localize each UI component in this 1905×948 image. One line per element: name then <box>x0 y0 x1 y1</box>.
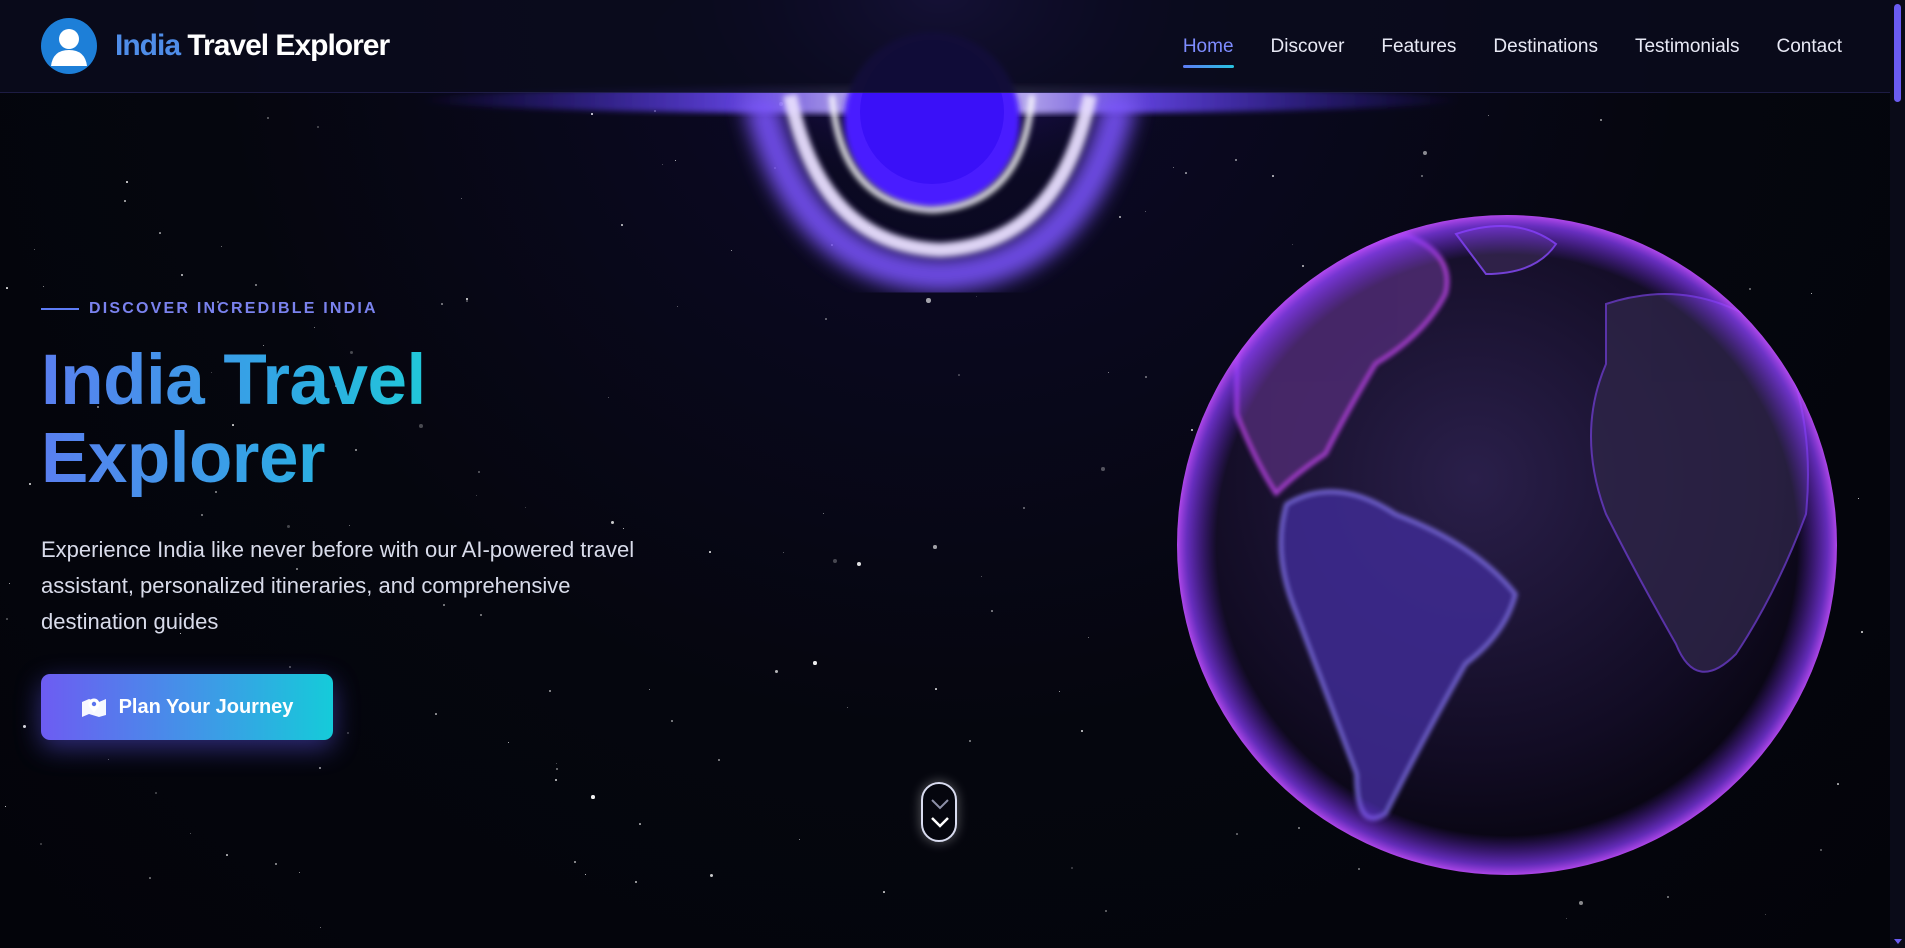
star <box>275 863 277 865</box>
star <box>5 806 7 808</box>
star <box>190 833 192 835</box>
star <box>1108 372 1110 374</box>
brand-accent-word: India <box>115 29 181 62</box>
star <box>847 707 848 708</box>
hero-section: DISCOVER INCREDIBLE INDIA India Travel E… <box>41 300 741 640</box>
star <box>108 759 110 761</box>
star <box>347 732 350 735</box>
star <box>635 881 638 884</box>
brand-logo[interactable]: India Travel Explorer <box>41 18 390 74</box>
star <box>799 839 801 841</box>
star <box>556 768 558 770</box>
star <box>9 583 11 585</box>
star <box>574 861 577 864</box>
page-scrollbar[interactable] <box>1890 0 1905 948</box>
star <box>1081 730 1083 732</box>
hero-title-line-1: India Travel <box>41 341 426 420</box>
star <box>710 874 714 878</box>
star <box>1088 637 1090 639</box>
star <box>883 891 885 893</box>
star <box>1765 914 1767 916</box>
hero-tagline: DISCOVER INCREDIBLE INDIA <box>41 300 741 318</box>
hero-title: India Travel Explorer <box>41 342 741 498</box>
star <box>813 661 817 665</box>
star <box>933 545 937 549</box>
hero-title-line-2: Explorer <box>41 419 326 498</box>
star <box>671 720 673 722</box>
main-nav: Home Discover Features Destinations Test… <box>1146 0 1842 93</box>
star <box>639 823 641 825</box>
star <box>823 513 825 515</box>
star <box>1023 507 1025 509</box>
star <box>969 740 971 742</box>
scrollbar-down-arrow[interactable] <box>1894 939 1902 944</box>
star <box>549 690 552 693</box>
nav-item-home[interactable]: Home <box>1182 36 1234 68</box>
star <box>833 559 837 563</box>
star <box>1858 498 1860 500</box>
star <box>585 874 587 876</box>
nav-item-testimonials[interactable]: Testimonials <box>1635 36 1740 58</box>
hero-description: Experience India like never before with … <box>41 537 635 634</box>
star <box>1059 691 1061 693</box>
star <box>935 688 937 690</box>
earth-globe-illustration <box>1177 215 1837 875</box>
star <box>991 610 993 612</box>
brand-name: India Travel Explorer <box>115 29 390 63</box>
nav-item-features[interactable]: Features <box>1381 36 1456 58</box>
star <box>1861 631 1863 633</box>
star <box>29 483 32 486</box>
scroll-down-indicator[interactable] <box>921 782 957 842</box>
star <box>23 725 27 729</box>
star <box>1105 910 1108 913</box>
star <box>508 742 510 744</box>
nav-item-discover[interactable]: Discover <box>1271 36 1345 58</box>
star <box>718 759 721 762</box>
star <box>1101 467 1105 471</box>
tagline-text: DISCOVER INCREDIBLE INDIA <box>89 300 378 317</box>
star <box>1566 918 1568 920</box>
star <box>149 877 151 879</box>
top-navbar: India Travel Explorer Home Discover Feat… <box>0 0 1890 93</box>
star <box>783 552 784 553</box>
nav-item-destinations[interactable]: Destinations <box>1493 36 1598 58</box>
star <box>6 618 8 620</box>
scrollbar-thumb[interactable] <box>1894 4 1901 102</box>
brand-rest-text: Travel Explorer <box>187 29 390 62</box>
star <box>958 374 960 376</box>
user-avatar-icon <box>41 18 97 74</box>
tagline-divider <box>41 308 79 310</box>
star <box>591 795 595 799</box>
chevron-down-icon <box>931 817 949 828</box>
star <box>775 670 779 674</box>
plan-journey-button[interactable]: Plan Your Journey <box>41 674 333 740</box>
star <box>1145 376 1148 379</box>
star <box>981 576 983 578</box>
page: India Travel Explorer Home Discover Feat… <box>0 0 1905 948</box>
star <box>320 927 322 929</box>
chevron-down-icon <box>931 799 949 810</box>
star <box>40 843 43 846</box>
star <box>299 872 301 874</box>
star <box>649 689 651 691</box>
plan-journey-label: Plan Your Journey <box>118 695 294 718</box>
star <box>1579 901 1584 906</box>
star <box>226 854 228 856</box>
star <box>435 713 437 715</box>
star <box>289 666 291 668</box>
map-marker-icon <box>81 696 107 718</box>
star <box>857 562 862 567</box>
nav-item-contact[interactable]: Contact <box>1777 36 1842 58</box>
star <box>1667 896 1669 898</box>
star <box>1071 867 1074 870</box>
star <box>555 779 557 781</box>
star <box>155 792 158 795</box>
star <box>319 767 322 770</box>
star <box>556 763 558 765</box>
